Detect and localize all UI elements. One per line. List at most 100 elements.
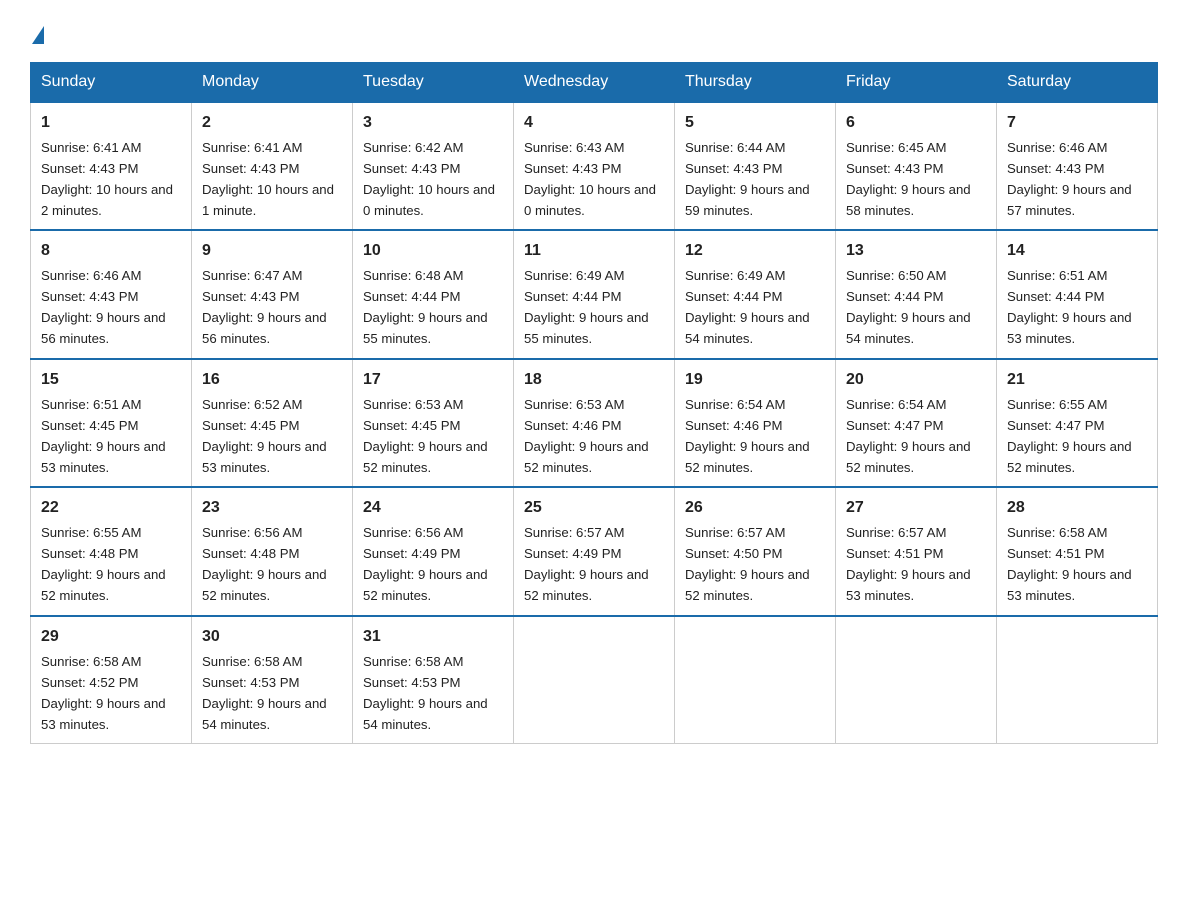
calendar-header-sunday: Sunday [31, 63, 192, 103]
calendar-cell: 6 Sunrise: 6:45 AMSunset: 4:43 PMDayligh… [836, 102, 997, 230]
calendar-cell: 25 Sunrise: 6:57 AMSunset: 4:49 PMDaylig… [514, 487, 675, 615]
cell-info: Sunrise: 6:49 AMSunset: 4:44 PMDaylight:… [685, 268, 810, 346]
day-number: 13 [846, 239, 986, 264]
calendar-cell: 13 Sunrise: 6:50 AMSunset: 4:44 PMDaylig… [836, 230, 997, 358]
cell-info: Sunrise: 6:55 AMSunset: 4:48 PMDaylight:… [41, 525, 166, 603]
calendar-table: SundayMondayTuesdayWednesdayThursdayFrid… [30, 62, 1158, 744]
calendar-header-monday: Monday [192, 63, 353, 103]
calendar-cell: 8 Sunrise: 6:46 AMSunset: 4:43 PMDayligh… [31, 230, 192, 358]
cell-info: Sunrise: 6:46 AMSunset: 4:43 PMDaylight:… [41, 268, 166, 346]
cell-info: Sunrise: 6:53 AMSunset: 4:45 PMDaylight:… [363, 397, 488, 475]
calendar-cell: 21 Sunrise: 6:55 AMSunset: 4:47 PMDaylig… [997, 359, 1158, 487]
cell-info: Sunrise: 6:51 AMSunset: 4:45 PMDaylight:… [41, 397, 166, 475]
calendar-cell: 26 Sunrise: 6:57 AMSunset: 4:50 PMDaylig… [675, 487, 836, 615]
calendar-cell: 20 Sunrise: 6:54 AMSunset: 4:47 PMDaylig… [836, 359, 997, 487]
cell-info: Sunrise: 6:54 AMSunset: 4:47 PMDaylight:… [846, 397, 971, 475]
cell-info: Sunrise: 6:57 AMSunset: 4:51 PMDaylight:… [846, 525, 971, 603]
calendar-header-tuesday: Tuesday [353, 63, 514, 103]
calendar-cell: 5 Sunrise: 6:44 AMSunset: 4:43 PMDayligh… [675, 102, 836, 230]
logo-triangle-icon [32, 26, 44, 44]
calendar-cell: 12 Sunrise: 6:49 AMSunset: 4:44 PMDaylig… [675, 230, 836, 358]
day-number: 31 [363, 625, 503, 650]
calendar-cell: 30 Sunrise: 6:58 AMSunset: 4:53 PMDaylig… [192, 616, 353, 744]
cell-info: Sunrise: 6:52 AMSunset: 4:45 PMDaylight:… [202, 397, 327, 475]
calendar-cell: 11 Sunrise: 6:49 AMSunset: 4:44 PMDaylig… [514, 230, 675, 358]
calendar-week-row: 8 Sunrise: 6:46 AMSunset: 4:43 PMDayligh… [31, 230, 1158, 358]
cell-info: Sunrise: 6:58 AMSunset: 4:53 PMDaylight:… [202, 654, 327, 732]
day-number: 12 [685, 239, 825, 264]
cell-info: Sunrise: 6:56 AMSunset: 4:48 PMDaylight:… [202, 525, 327, 603]
day-number: 26 [685, 496, 825, 521]
cell-info: Sunrise: 6:50 AMSunset: 4:44 PMDaylight:… [846, 268, 971, 346]
cell-info: Sunrise: 6:57 AMSunset: 4:49 PMDaylight:… [524, 525, 649, 603]
calendar-cell: 17 Sunrise: 6:53 AMSunset: 4:45 PMDaylig… [353, 359, 514, 487]
page-header [30, 20, 1158, 44]
calendar-cell: 9 Sunrise: 6:47 AMSunset: 4:43 PMDayligh… [192, 230, 353, 358]
cell-info: Sunrise: 6:47 AMSunset: 4:43 PMDaylight:… [202, 268, 327, 346]
calendar-cell [997, 616, 1158, 744]
logo [30, 20, 46, 44]
day-number: 17 [363, 368, 503, 393]
calendar-cell: 1 Sunrise: 6:41 AMSunset: 4:43 PMDayligh… [31, 102, 192, 230]
calendar-header-saturday: Saturday [997, 63, 1158, 103]
calendar-cell: 23 Sunrise: 6:56 AMSunset: 4:48 PMDaylig… [192, 487, 353, 615]
day-number: 3 [363, 111, 503, 136]
cell-info: Sunrise: 6:56 AMSunset: 4:49 PMDaylight:… [363, 525, 488, 603]
calendar-cell: 15 Sunrise: 6:51 AMSunset: 4:45 PMDaylig… [31, 359, 192, 487]
cell-info: Sunrise: 6:45 AMSunset: 4:43 PMDaylight:… [846, 140, 971, 218]
calendar-cell [836, 616, 997, 744]
day-number: 4 [524, 111, 664, 136]
calendar-cell: 3 Sunrise: 6:42 AMSunset: 4:43 PMDayligh… [353, 102, 514, 230]
calendar-week-row: 22 Sunrise: 6:55 AMSunset: 4:48 PMDaylig… [31, 487, 1158, 615]
calendar-cell: 14 Sunrise: 6:51 AMSunset: 4:44 PMDaylig… [997, 230, 1158, 358]
day-number: 27 [846, 496, 986, 521]
cell-info: Sunrise: 6:53 AMSunset: 4:46 PMDaylight:… [524, 397, 649, 475]
calendar-cell: 4 Sunrise: 6:43 AMSunset: 4:43 PMDayligh… [514, 102, 675, 230]
cell-info: Sunrise: 6:57 AMSunset: 4:50 PMDaylight:… [685, 525, 810, 603]
calendar-cell: 7 Sunrise: 6:46 AMSunset: 4:43 PMDayligh… [997, 102, 1158, 230]
cell-info: Sunrise: 6:58 AMSunset: 4:52 PMDaylight:… [41, 654, 166, 732]
day-number: 24 [363, 496, 503, 521]
cell-info: Sunrise: 6:58 AMSunset: 4:51 PMDaylight:… [1007, 525, 1132, 603]
calendar-cell: 16 Sunrise: 6:52 AMSunset: 4:45 PMDaylig… [192, 359, 353, 487]
cell-info: Sunrise: 6:42 AMSunset: 4:43 PMDaylight:… [363, 140, 495, 218]
cell-info: Sunrise: 6:43 AMSunset: 4:43 PMDaylight:… [524, 140, 656, 218]
cell-info: Sunrise: 6:44 AMSunset: 4:43 PMDaylight:… [685, 140, 810, 218]
calendar-cell: 19 Sunrise: 6:54 AMSunset: 4:46 PMDaylig… [675, 359, 836, 487]
calendar-cell: 10 Sunrise: 6:48 AMSunset: 4:44 PMDaylig… [353, 230, 514, 358]
cell-info: Sunrise: 6:54 AMSunset: 4:46 PMDaylight:… [685, 397, 810, 475]
day-number: 7 [1007, 111, 1147, 136]
calendar-header-wednesday: Wednesday [514, 63, 675, 103]
day-number: 19 [685, 368, 825, 393]
day-number: 6 [846, 111, 986, 136]
calendar-cell [514, 616, 675, 744]
calendar-cell: 31 Sunrise: 6:58 AMSunset: 4:53 PMDaylig… [353, 616, 514, 744]
cell-info: Sunrise: 6:58 AMSunset: 4:53 PMDaylight:… [363, 654, 488, 732]
calendar-cell: 18 Sunrise: 6:53 AMSunset: 4:46 PMDaylig… [514, 359, 675, 487]
cell-info: Sunrise: 6:41 AMSunset: 4:43 PMDaylight:… [41, 140, 173, 218]
day-number: 23 [202, 496, 342, 521]
calendar-header-thursday: Thursday [675, 63, 836, 103]
cell-info: Sunrise: 6:49 AMSunset: 4:44 PMDaylight:… [524, 268, 649, 346]
calendar-header-friday: Friday [836, 63, 997, 103]
cell-info: Sunrise: 6:46 AMSunset: 4:43 PMDaylight:… [1007, 140, 1132, 218]
calendar-cell: 22 Sunrise: 6:55 AMSunset: 4:48 PMDaylig… [31, 487, 192, 615]
day-number: 25 [524, 496, 664, 521]
day-number: 21 [1007, 368, 1147, 393]
calendar-header-row: SundayMondayTuesdayWednesdayThursdayFrid… [31, 63, 1158, 103]
day-number: 11 [524, 239, 664, 264]
day-number: 22 [41, 496, 181, 521]
day-number: 10 [363, 239, 503, 264]
cell-info: Sunrise: 6:41 AMSunset: 4:43 PMDaylight:… [202, 140, 334, 218]
day-number: 18 [524, 368, 664, 393]
day-number: 16 [202, 368, 342, 393]
calendar-cell [675, 616, 836, 744]
cell-info: Sunrise: 6:51 AMSunset: 4:44 PMDaylight:… [1007, 268, 1132, 346]
day-number: 30 [202, 625, 342, 650]
day-number: 29 [41, 625, 181, 650]
calendar-cell: 2 Sunrise: 6:41 AMSunset: 4:43 PMDayligh… [192, 102, 353, 230]
day-number: 1 [41, 111, 181, 136]
cell-info: Sunrise: 6:55 AMSunset: 4:47 PMDaylight:… [1007, 397, 1132, 475]
day-number: 14 [1007, 239, 1147, 264]
day-number: 20 [846, 368, 986, 393]
